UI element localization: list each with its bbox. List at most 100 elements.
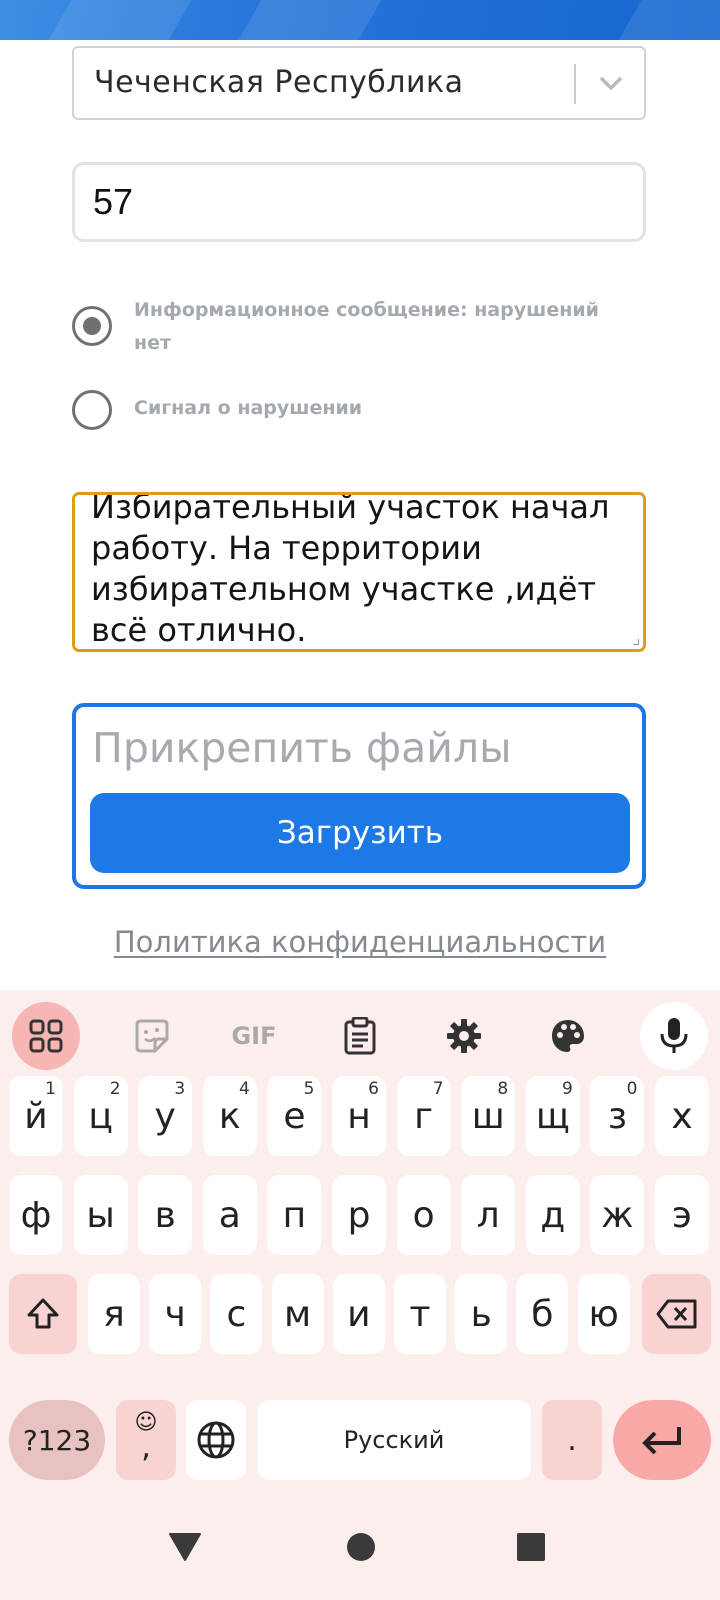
- key[interactable]: ц2: [73, 1076, 128, 1156]
- key[interactable]: ш8: [461, 1076, 516, 1156]
- key-label: а: [218, 1194, 241, 1236]
- resize-handle[interactable]: [633, 639, 639, 645]
- key-hint: 7: [432, 1079, 444, 1099]
- key[interactable]: ф: [9, 1175, 63, 1255]
- radio-option-violation-signal[interactable]: Сигнал о нарушении: [72, 390, 652, 434]
- station-number-value: 57: [93, 181, 134, 222]
- privacy-policy-link[interactable]: Политика конфиденциальности: [0, 925, 720, 959]
- key[interactable]: р: [332, 1175, 386, 1255]
- key[interactable]: и: [332, 1274, 385, 1354]
- key-hint: 3: [174, 1079, 186, 1099]
- key-label: ь: [470, 1293, 492, 1335]
- key-label: м: [284, 1293, 312, 1335]
- key[interactable]: д: [525, 1175, 580, 1255]
- palette-icon[interactable]: [534, 1002, 602, 1070]
- key-label: в: [154, 1194, 176, 1236]
- key-label: ж: [601, 1194, 634, 1236]
- settings-gear-icon[interactable]: [430, 1002, 498, 1070]
- key[interactable]: к4: [202, 1076, 257, 1156]
- key-hint: 0: [626, 1079, 638, 1099]
- key[interactable]: ь: [455, 1274, 508, 1354]
- key-label: я: [103, 1293, 125, 1335]
- radio-label-no-violations: Информационное сообщение: нарушений нет: [134, 299, 599, 354]
- key-label: с: [226, 1293, 247, 1335]
- microphone-icon[interactable]: [640, 1002, 708, 1070]
- key[interactable]: л: [461, 1175, 516, 1255]
- apps-grid-icon[interactable]: [12, 1002, 80, 1070]
- globe-icon: [197, 1421, 235, 1459]
- back-triangle-icon[interactable]: [168, 1532, 202, 1562]
- attach-files-box[interactable]: Прикрепить файлы Загрузить: [72, 703, 646, 889]
- space-key[interactable]: Русский: [257, 1400, 531, 1480]
- attach-files-placeholder: Прикрепить файлы: [92, 724, 512, 772]
- key[interactable]: м: [271, 1274, 324, 1354]
- key[interactable]: ч: [149, 1274, 202, 1354]
- key[interactable]: т: [394, 1274, 446, 1354]
- key[interactable]: з0: [590, 1076, 645, 1156]
- key-hint: 1: [45, 1079, 56, 1099]
- key-hint: 8: [497, 1079, 509, 1099]
- radio-dot: [83, 317, 101, 335]
- top-banner: [0, 0, 720, 40]
- enter-key[interactable]: [613, 1400, 711, 1480]
- chevron-down-icon[interactable]: [594, 66, 628, 100]
- emoji-comma-key[interactable]: ☺ ,: [116, 1400, 176, 1480]
- language-key[interactable]: [186, 1400, 246, 1480]
- key-label: ю: [588, 1293, 619, 1335]
- key-label: х: [671, 1095, 693, 1137]
- key[interactable]: н6: [332, 1076, 386, 1156]
- sticker-icon[interactable]: [118, 1002, 186, 1070]
- key[interactable]: п: [267, 1175, 322, 1255]
- comma-label: ,: [141, 1430, 151, 1465]
- key[interactable]: э: [655, 1175, 709, 1255]
- key-hint: 9: [561, 1079, 573, 1099]
- recents-square-icon[interactable]: [516, 1532, 546, 1562]
- key[interactable]: в: [138, 1175, 193, 1255]
- symbols-key-label: ?123: [22, 1423, 92, 1457]
- station-number-input[interactable]: 57: [72, 162, 646, 242]
- key[interactable]: е5: [267, 1076, 322, 1156]
- key[interactable]: ж: [590, 1175, 645, 1255]
- radio-button-selected[interactable]: [72, 306, 112, 346]
- banner-stripe: [612, 0, 720, 40]
- radio-button[interactable]: [72, 390, 112, 430]
- key[interactable]: с: [210, 1274, 263, 1354]
- key[interactable]: й1: [9, 1076, 63, 1156]
- radio-label-violation-signal: Сигнал о нарушении: [134, 397, 363, 419]
- backspace-key[interactable]: [642, 1274, 711, 1354]
- key[interactable]: х: [655, 1076, 709, 1156]
- region-select[interactable]: Чеченская Республика: [72, 46, 646, 120]
- region-select-value: Чеченская Республика: [94, 65, 464, 100]
- key[interactable]: г7: [396, 1076, 451, 1156]
- key[interactable]: а: [202, 1175, 257, 1255]
- key-label: б: [531, 1293, 554, 1335]
- key[interactable]: я: [88, 1274, 140, 1354]
- key[interactable]: б: [516, 1274, 569, 1354]
- key-hint: 5: [303, 1079, 315, 1099]
- key[interactable]: щ9: [525, 1076, 580, 1156]
- key-label: л: [476, 1194, 500, 1236]
- key[interactable]: у3: [138, 1076, 193, 1156]
- key-label: д: [540, 1194, 566, 1236]
- gif-button[interactable]: GIF: [220, 1002, 288, 1070]
- radio-option-no-violations[interactable]: Информационное сообщение: нарушений нет: [72, 299, 652, 370]
- space-key-label: Русский: [343, 1426, 445, 1454]
- key-label: ч: [164, 1293, 186, 1335]
- key[interactable]: ы: [73, 1175, 128, 1255]
- key-hint: 2: [109, 1079, 121, 1099]
- key[interactable]: о: [396, 1175, 451, 1255]
- message-text: Избирательный участок начал работу. На т…: [91, 492, 610, 649]
- key-label: р: [347, 1194, 371, 1236]
- select-divider: [574, 64, 576, 104]
- message-textarea[interactable]: Избирательный участок начал работу. На т…: [72, 492, 646, 652]
- period-key[interactable]: .: [542, 1400, 602, 1480]
- symbols-key[interactable]: ?123: [9, 1400, 105, 1480]
- home-circle-icon[interactable]: [346, 1532, 376, 1562]
- key-label: п: [282, 1194, 307, 1236]
- key[interactable]: ю: [577, 1274, 630, 1354]
- shift-key[interactable]: [9, 1274, 77, 1354]
- clipboard-icon[interactable]: [326, 1002, 394, 1070]
- banner-stripe: [42, 0, 198, 40]
- upload-button[interactable]: Загрузить: [90, 793, 630, 873]
- key-label: э: [672, 1194, 692, 1236]
